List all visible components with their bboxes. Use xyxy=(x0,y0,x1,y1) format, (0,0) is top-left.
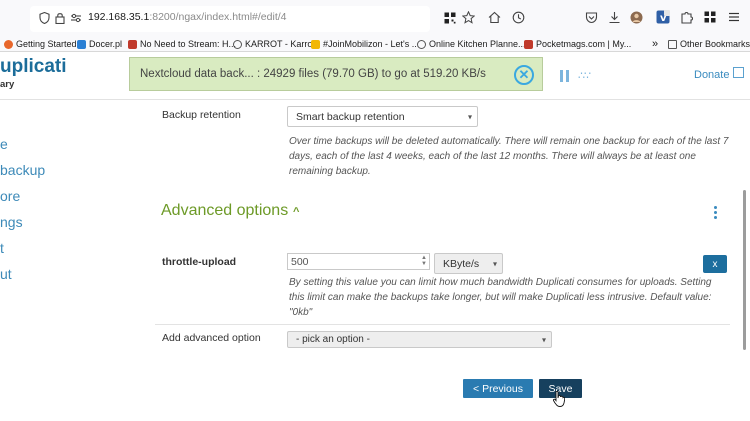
home-icon[interactable] xyxy=(488,11,501,24)
pocketmags-icon xyxy=(524,39,533,49)
previous-button[interactable]: < Previous xyxy=(463,379,533,398)
bookmark-label: #JoinMobilizon - Let's ... xyxy=(323,39,420,49)
add-advanced-option-placeholder: - pick an option - xyxy=(296,334,370,345)
globe-icon xyxy=(417,39,426,49)
pause-icon[interactable] xyxy=(560,70,570,82)
sidebar-item-about[interactable]: t xyxy=(0,240,4,256)
backup-retention-select[interactable]: Smart backup retention ▾ xyxy=(287,106,478,127)
backup-progress-bar[interactable]: Nextcloud data back... : 24929 files (79… xyxy=(129,57,543,91)
bookmark-label: Other Bookmarks xyxy=(680,39,750,49)
bookmark-other-bookmarks[interactable]: Other Bookmarks xyxy=(668,37,750,51)
scrollbar-thumb[interactable] xyxy=(743,190,746,350)
bookmark-getting-started[interactable]: Getting Started xyxy=(4,37,77,51)
divider xyxy=(155,324,730,325)
chevron-down-icon: ▾ xyxy=(467,112,472,121)
bookmark-label: Online Kitchen Planne... xyxy=(429,39,526,49)
bookmark-label: Getting Started xyxy=(16,39,77,49)
throttle-upload-label: throttle-upload xyxy=(162,256,237,268)
site-favicon-icon xyxy=(128,39,137,49)
bookmark-online-kitchen-planner[interactable]: Online Kitchen Planne... xyxy=(417,37,526,51)
menu-icon[interactable] xyxy=(728,11,740,23)
pocket-icon[interactable] xyxy=(585,11,598,24)
bookmark-docer[interactable]: Docer.pl xyxy=(77,37,122,51)
bookmark-label: Pocketmags.com | My... xyxy=(536,39,632,49)
qr-code-icon[interactable] xyxy=(444,12,456,24)
bookmark-label: Docer.pl xyxy=(89,39,123,49)
apps-grid-icon[interactable] xyxy=(704,11,716,23)
url-text[interactable]: 192.168.35.1:8200/ngax/index.html#/edit/… xyxy=(88,11,287,23)
throttle-upload-value: 500 xyxy=(291,255,309,268)
screen: 192.168.35.1:8200/ngax/index.html#/edit/… xyxy=(0,0,750,421)
shield-icon[interactable] xyxy=(38,12,50,24)
lock-icon[interactable] xyxy=(55,12,65,24)
globe-icon xyxy=(233,39,242,49)
folder-icon xyxy=(668,39,677,49)
bookmark-joinmobilizon[interactable]: #JoinMobilizon - Let's ... xyxy=(311,37,419,51)
donate-link[interactable]: Donate xyxy=(694,69,729,81)
bookmarks-overflow-chevron-icon[interactable]: » xyxy=(652,37,658,51)
remove-option-button[interactable]: x xyxy=(703,255,727,273)
sidebar-item-logout[interactable]: ut xyxy=(0,266,12,282)
browser-toolbar: 192.168.35.1:8200/ngax/index.html#/edit/… xyxy=(0,0,750,36)
chevron-up-icon[interactable]: ^ xyxy=(293,206,299,218)
sidebar-item-restore[interactable]: ore xyxy=(0,188,20,204)
throttle-upload-help: By setting this value you can limit how … xyxy=(289,277,712,318)
permissions-icon[interactable] xyxy=(70,12,82,24)
sidebar-item-add-backup[interactable]: backup xyxy=(0,162,45,178)
throttle-icon[interactable]: ∴∵ xyxy=(578,69,591,82)
backup-progress-text: Nextcloud data back... : 24929 files (79… xyxy=(140,68,486,80)
throttle-upload-input[interactable]: 500 ▲ ▼ xyxy=(287,253,430,270)
app-header: uplicati ary Nextcloud data back... : 24… xyxy=(0,52,750,100)
add-advanced-option-select[interactable]: - pick an option - ▾ xyxy=(287,331,552,348)
chevron-down-icon: ▾ xyxy=(541,335,546,344)
backup-retention-help: Over time backups will be deleted automa… xyxy=(289,136,729,177)
download-icon[interactable] xyxy=(608,11,621,24)
firefox-icon xyxy=(4,39,13,49)
url-host: 192.168.35.1 xyxy=(88,11,150,23)
chevron-down-icon: ▾ xyxy=(492,259,497,268)
avatar-icon[interactable] xyxy=(630,11,643,24)
bookmark-label: No Need to Stream: H... xyxy=(140,39,237,49)
stop-backup-close-icon[interactable]: ✕ xyxy=(514,65,534,85)
history-icon[interactable] xyxy=(512,11,525,24)
extension-badge-icon[interactable]: v xyxy=(656,10,670,24)
advanced-options-toggle[interactable]: Advanced options xyxy=(161,202,288,220)
backup-retention-value: Smart backup retention xyxy=(296,110,405,123)
external-link-icon[interactable] xyxy=(733,67,744,78)
hand-cursor-icon xyxy=(553,391,565,407)
bookmark-pocketmags[interactable]: Pocketmags.com | My... xyxy=(524,37,631,51)
throttle-unit-select[interactable]: KByte/s ▾ xyxy=(434,253,503,274)
bookmark-no-need-to-stream[interactable]: No Need to Stream: H... xyxy=(128,37,236,51)
bookmarks-bar: Getting Started Docer.pl No Need to Stre… xyxy=(0,36,750,52)
mobilizon-icon xyxy=(311,39,320,49)
bookmark-label: KARROT - Karrot xyxy=(245,39,315,49)
url-path: :8200/ngax/index.html#/edit/4 xyxy=(149,11,287,23)
sidebar-item-settings[interactable]: ngs xyxy=(0,214,23,230)
backup-retention-label: Backup retention xyxy=(162,109,241,121)
app-logo-subtitle: ary xyxy=(0,79,15,90)
add-advanced-option-label: Add advanced option xyxy=(162,332,261,344)
app-logo[interactable]: uplicati xyxy=(0,56,67,78)
bookmark-star-icon[interactable] xyxy=(462,11,475,24)
more-options-icon[interactable] xyxy=(714,206,718,220)
number-spinner-icon[interactable]: ▲ ▼ xyxy=(421,255,427,267)
docer-icon xyxy=(77,39,86,49)
throttle-unit-value: KByte/s xyxy=(443,257,480,270)
extensions-puzzle-icon[interactable] xyxy=(680,11,693,24)
sidebar-item-home[interactable]: e xyxy=(0,136,8,152)
bookmark-karrot[interactable]: KARROT - Karrot xyxy=(233,37,315,51)
